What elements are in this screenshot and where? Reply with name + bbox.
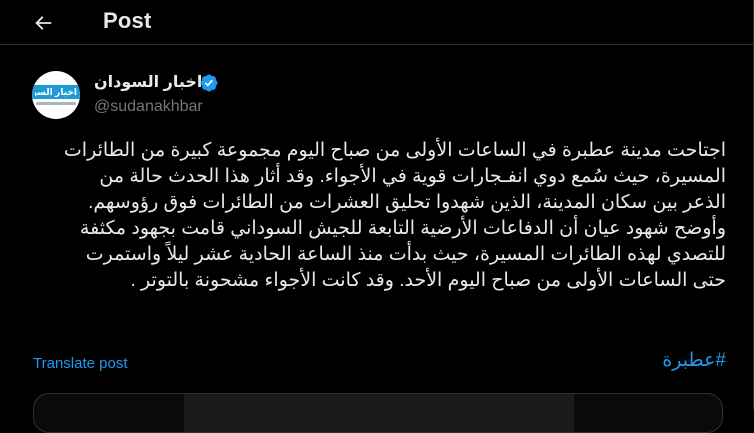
hashtag-row: #عطبرة bbox=[28, 348, 726, 374]
author-handle[interactable]: @sudanakhbar bbox=[94, 98, 203, 116]
back-button[interactable] bbox=[24, 4, 62, 42]
post-text-line: اجتاحت مدينة عطبرة في الساعات الأولى من … bbox=[63, 140, 726, 161]
verified-badge-icon bbox=[200, 74, 218, 92]
post-detail-panel: Post اخبار السودان اخبار السودان @sudana… bbox=[0, 0, 754, 433]
post-text-line: الذعر بين سكان المدينة، الذين شهدوا تحلي… bbox=[88, 192, 726, 213]
author-display-name[interactable]: اخبار السودان bbox=[94, 72, 202, 92]
avatar-logo-subline bbox=[36, 102, 76, 105]
media-attachment[interactable] bbox=[33, 393, 723, 433]
media-preview bbox=[184, 394, 574, 432]
post-text-line: حتى الساعات الأولى من صباح اليوم الأحد. … bbox=[130, 270, 727, 291]
hashtag-link[interactable]: #عطبرة bbox=[662, 350, 726, 371]
post-text: اجتاحت مدينة عطبرة في الساعات الأولى من … bbox=[28, 138, 726, 294]
avatar[interactable]: اخبار السودان bbox=[32, 71, 80, 119]
post-header: Post bbox=[0, 0, 753, 45]
translate-post-link[interactable]: Translate post bbox=[33, 355, 128, 372]
page-title: Post bbox=[103, 8, 152, 33]
arrow-left-icon bbox=[35, 16, 52, 30]
post-text-line: وأوضح شهود عيان أن الدفاعات الأرضية التا… bbox=[79, 218, 726, 239]
avatar-logo-text: اخبار السودان bbox=[35, 87, 77, 97]
post-text-line: المسيرة، حيث سُمع دوي انفـجارات قوية في … bbox=[99, 166, 726, 187]
post-text-line: للتصدي لهذه الطائرات المسيرة، حيث بدأت م… bbox=[85, 244, 726, 265]
